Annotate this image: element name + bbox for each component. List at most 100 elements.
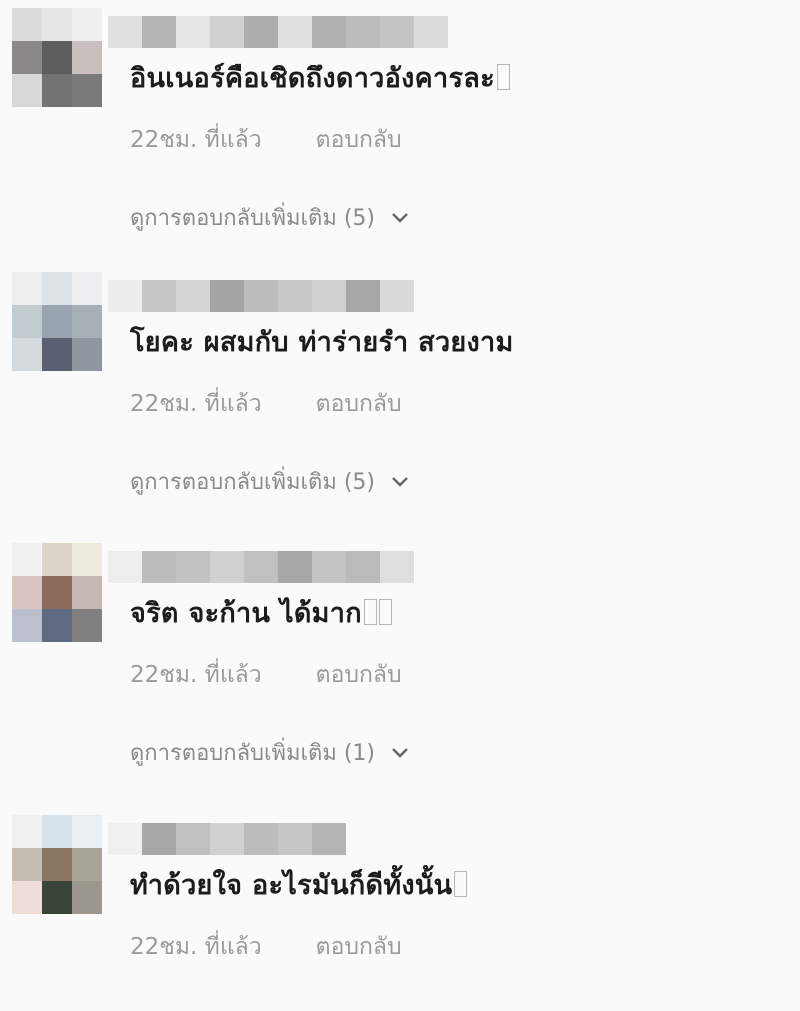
avatar-pixel (72, 305, 102, 338)
avatar-pixel (72, 543, 102, 576)
avatar-pixel (42, 881, 72, 914)
chevron-down-icon (392, 212, 408, 223)
comment-text-content: อินเนอร์คือเชิดถึงดาวอังคารละ (130, 63, 495, 94)
view-more-replies-button[interactable]: ดูการตอบกลับเพิ่มเติม (5) (130, 200, 409, 235)
name-pixel (176, 551, 210, 583)
view-more-replies-label: ดูการตอบกลับเพิ่มเติม (1) (130, 741, 375, 766)
name-pixel (346, 551, 380, 583)
avatar-pixel (42, 338, 72, 371)
comment-text: จริต จะก้าน ได้มาก (130, 591, 392, 634)
view-more-replies-label: ดูการตอบกลับเพิ่มเติม (5) (130, 470, 375, 495)
name-pixel (312, 551, 346, 583)
name-pixel (278, 16, 312, 48)
view-more-replies-button[interactable]: ดูการตอบกลับเพิ่มเติม (5) (130, 464, 409, 499)
name-pixel (278, 280, 312, 312)
avatar-pixel (12, 8, 42, 41)
avatar-pixel (12, 543, 42, 576)
avatar-pixel (72, 815, 102, 848)
avatar-pixel (42, 848, 72, 881)
avatar[interactable] (12, 8, 102, 108)
reply-button[interactable]: ตอบกลับ (316, 391, 402, 417)
name-pixel (176, 16, 210, 48)
comment-meta: 22ชม. ที่แล้ว ตอบกลับ (130, 929, 402, 965)
missing-emoji-icon (363, 599, 377, 625)
avatar-pixel (72, 272, 102, 305)
avatar-pixel (12, 41, 42, 74)
name-pixel (312, 823, 346, 855)
name-pixel (346, 16, 380, 48)
name-pixel (312, 16, 346, 48)
comment-text-content: จริต จะก้าน ได้มาก (130, 598, 362, 629)
comment-timestamp: 22ชม. ที่แล้ว (130, 934, 262, 960)
avatar-pixel (72, 881, 102, 914)
name-pixel (380, 280, 414, 312)
name-pixel (346, 280, 380, 312)
avatar[interactable] (12, 272, 102, 372)
commenter-name-blurred[interactable] (108, 14, 448, 50)
comment-text-content: ทำด้วยใจ อะไรมันก็ดีทั้งนั้น (130, 870, 453, 901)
reply-button[interactable]: ตอบกลับ (316, 662, 402, 688)
avatar-pixel (72, 74, 102, 107)
name-pixel (142, 16, 176, 48)
name-pixel (244, 823, 278, 855)
name-pixel (210, 551, 244, 583)
name-pixel (108, 280, 142, 312)
comment-timestamp: 22ชม. ที่แล้ว (130, 662, 262, 688)
view-more-replies-button[interactable]: ดูการตอบกลับเพิ่มเติม (1) (130, 735, 409, 770)
name-pixel (278, 823, 312, 855)
avatar-pixel (12, 338, 42, 371)
avatar-pixel (42, 8, 72, 41)
reply-button[interactable]: ตอบกลับ (316, 934, 402, 960)
avatar-pixel (12, 609, 42, 642)
name-pixel (414, 16, 448, 48)
avatar-pixel (72, 609, 102, 642)
reply-button[interactable]: ตอบกลับ (316, 127, 402, 153)
missing-emoji-icon (378, 599, 392, 625)
comment-text-content: โยคะ ผสมกับ ท่าร่ายรำ สวยงาม (130, 327, 514, 358)
name-pixel (244, 280, 278, 312)
name-pixel (108, 551, 142, 583)
avatar-pixel (72, 8, 102, 41)
avatar-pixel (12, 881, 42, 914)
name-pixel (176, 280, 210, 312)
avatar-pixel (42, 576, 72, 609)
commenter-name-blurred[interactable] (108, 278, 414, 314)
name-pixel (244, 16, 278, 48)
avatar-pixel (42, 74, 72, 107)
avatar-pixel (12, 272, 42, 305)
avatar-pixel (12, 74, 42, 107)
comment-meta: 22ชม. ที่แล้ว ตอบกลับ (130, 122, 402, 158)
avatar[interactable] (12, 543, 102, 643)
commenter-name-blurred[interactable] (108, 549, 414, 585)
comment-meta: 22ชม. ที่แล้ว ตอบกลับ (130, 657, 402, 693)
comment-meta: 22ชม. ที่แล้ว ตอบกลับ (130, 386, 402, 422)
name-pixel (278, 551, 312, 583)
view-more-replies-label: ดูการตอบกลับเพิ่มเติม (5) (130, 206, 375, 231)
comment-timestamp: 22ชม. ที่แล้ว (130, 391, 262, 417)
avatar-pixel (12, 848, 42, 881)
chevron-down-icon (392, 476, 408, 487)
avatar-pixel (72, 576, 102, 609)
name-pixel (312, 280, 346, 312)
comment-text: ทำด้วยใจ อะไรมันก็ดีทั้งนั้น (130, 863, 468, 906)
comment-text: อินเนอร์คือเชิดถึงดาวอังคารละ (130, 56, 510, 99)
name-pixel (210, 16, 244, 48)
avatar-pixel (72, 338, 102, 371)
avatar-pixel (72, 41, 102, 74)
avatar-pixel (42, 272, 72, 305)
commenter-name-blurred[interactable] (108, 821, 346, 857)
avatar-pixel (42, 815, 72, 848)
name-pixel (380, 551, 414, 583)
avatar-pixel (42, 543, 72, 576)
avatar-pixel (42, 305, 72, 338)
name-pixel (210, 823, 244, 855)
avatar-pixel (42, 609, 72, 642)
comment-timestamp: 22ชม. ที่แล้ว (130, 127, 262, 153)
name-pixel (142, 280, 176, 312)
name-pixel (142, 823, 176, 855)
name-pixel (108, 823, 142, 855)
name-pixel (176, 823, 210, 855)
missing-emoji-icon (454, 871, 468, 897)
avatar[interactable] (12, 815, 102, 915)
name-pixel (142, 551, 176, 583)
